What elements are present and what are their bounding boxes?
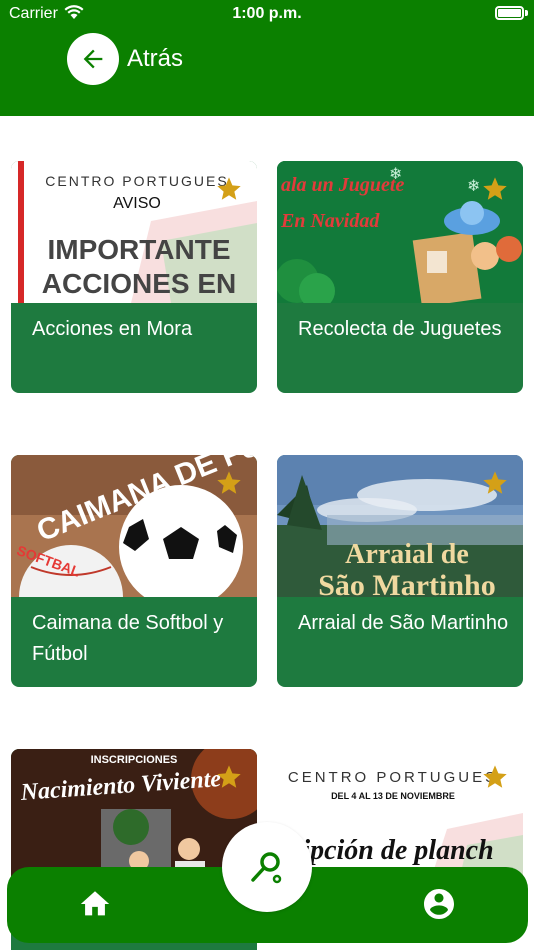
card-recolecta-de-juguetes[interactable]: ala un Juguete En Navidad ❄ ❄ Recolecta … bbox=[277, 161, 523, 393]
home-button[interactable] bbox=[75, 884, 115, 924]
card-title: Caimana de Softbol y Fútbol bbox=[32, 612, 224, 665]
back-button[interactable] bbox=[67, 33, 119, 85]
search-icon bbox=[251, 852, 282, 884]
card-image-text-mid: AVISO bbox=[113, 195, 161, 212]
svg-text:ala un Juguete: ala un Juguete bbox=[281, 174, 404, 196]
battery-tip bbox=[525, 10, 528, 16]
svg-text:IMPORTANTE: IMPORTANTE bbox=[47, 234, 230, 265]
star-icon[interactable] bbox=[215, 763, 243, 791]
svg-text:En Navidad: En Navidad bbox=[280, 210, 380, 232]
app-header: Carrier 1:00 p.m. Atrás bbox=[0, 0, 534, 116]
svg-text:❄: ❄ bbox=[389, 164, 402, 183]
back-label[interactable]: Atrás bbox=[127, 45, 183, 73]
profile-button[interactable] bbox=[419, 884, 459, 924]
svg-text:São Martinho: São Martinho bbox=[318, 569, 496, 597]
svg-text:ACCIONES EN: ACCIONES EN bbox=[42, 268, 236, 299]
svg-text:❄: ❄ bbox=[467, 176, 480, 195]
card-title: Recolecta de Juguetes bbox=[298, 318, 502, 340]
card-acciones-en-mora[interactable]: CENTRO PORTUGUES AVISO IMPORTANTE ACCION… bbox=[11, 161, 257, 393]
card-arraial-sao-martinho[interactable]: Arraial de São Martinho Arraial de São M… bbox=[277, 455, 523, 687]
card-image-text-top: INSCRIPCIONES bbox=[91, 754, 178, 766]
account-circle-icon bbox=[424, 889, 454, 919]
card-image-text-mid: DEL 4 AL 13 DE NOVIEMBRE bbox=[331, 791, 455, 801]
star-icon[interactable] bbox=[481, 175, 509, 203]
card-caimana-softbol-futbol[interactable]: CAIMANA DE FUTBOL SOFTBAL Caimana de Sof… bbox=[11, 455, 257, 687]
card-title: Arraial de São Martinho bbox=[298, 612, 509, 634]
star-icon[interactable] bbox=[215, 175, 243, 203]
svg-text:Arraial de: Arraial de bbox=[345, 539, 469, 570]
card-image-text-top: CENTRO PORTUGUES bbox=[45, 173, 228, 189]
star-icon[interactable] bbox=[481, 763, 509, 791]
status-bar: Carrier 1:00 p.m. bbox=[0, 0, 534, 30]
clock: 1:00 p.m. bbox=[232, 5, 302, 22]
card-title: Acciones en Mora bbox=[32, 318, 193, 340]
star-icon[interactable] bbox=[215, 469, 243, 497]
battery-icon bbox=[495, 6, 524, 20]
star-icon[interactable] bbox=[481, 469, 509, 497]
search-button[interactable] bbox=[222, 822, 312, 912]
home-icon bbox=[80, 891, 110, 916]
arrow-left-icon bbox=[83, 49, 103, 69]
card-image-text-top: CENTRO PORTUGUES bbox=[288, 769, 498, 786]
